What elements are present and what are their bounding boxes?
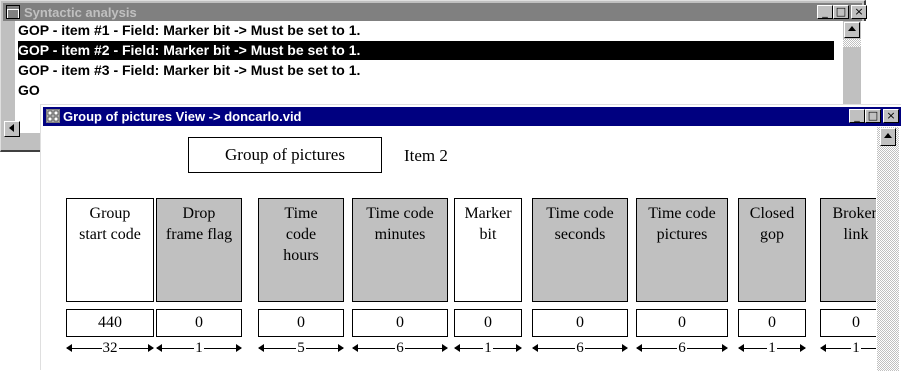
bits-marker-bit: 1 xyxy=(454,337,522,359)
close-icon: × xyxy=(886,109,896,122)
value-marker-bit: 0 xyxy=(454,309,522,337)
grid-window-icon[interactable] xyxy=(46,109,60,123)
vertical-scrollbar[interactable] xyxy=(877,127,899,371)
value-time-code-hours: 0 xyxy=(258,309,344,337)
field-time-code-hours: Time code hours xyxy=(258,198,344,302)
bit-count: 1 xyxy=(851,340,861,356)
minimize-icon: _ xyxy=(854,109,860,122)
bits-time-code-seconds: 6 xyxy=(532,337,628,359)
field-broken-link: Broken link xyxy=(820,198,876,302)
group-of-pictures-window: Group of pictures View -> doncarlo.vid _… xyxy=(40,104,901,371)
maximize-icon: □ xyxy=(835,5,847,18)
bits-closed-gop: 1 xyxy=(738,337,806,359)
bits-time-code-pictures: 6 xyxy=(636,337,728,359)
field-marker-bit: Marker bit xyxy=(454,198,522,302)
value-time-code-seconds: 0 xyxy=(532,309,628,337)
maximize-button[interactable]: □ xyxy=(865,109,881,123)
bit-count: 1 xyxy=(483,340,493,356)
bit-count: 1 xyxy=(194,340,204,356)
bit-count: 6 xyxy=(395,340,405,356)
maximize-icon: □ xyxy=(867,109,879,122)
scroll-left-button[interactable] xyxy=(4,121,20,137)
bits-time-code-minutes: 6 xyxy=(352,337,448,359)
close-icon: × xyxy=(854,5,864,18)
syntactic-analysis-titlebar[interactable]: Syntactic analysis _ □ × xyxy=(3,3,867,21)
field-time-code-minutes: Time code minutes xyxy=(352,198,448,302)
close-button[interactable]: × xyxy=(851,5,867,19)
minimize-icon: _ xyxy=(822,5,828,18)
window-title: Syntactic analysis xyxy=(24,5,137,20)
maximize-button[interactable]: □ xyxy=(833,5,849,19)
minimize-button[interactable]: _ xyxy=(817,5,833,19)
scroll-track[interactable] xyxy=(843,39,861,47)
bits-broken-link: 1 xyxy=(820,337,876,359)
close-button[interactable]: × xyxy=(883,109,899,123)
scroll-up-button[interactable] xyxy=(880,128,896,146)
bits-drop-frame-flag: 1 xyxy=(156,337,242,359)
list-item-selected[interactable]: GOP - item #2 - Field: Marker bit -> Mus… xyxy=(18,41,834,60)
bits-time-code-hours: 5 xyxy=(258,337,344,359)
value-time-code-pictures: 0 xyxy=(636,309,728,337)
list-item[interactable]: GOP - item #1 - Field: Marker bit -> Mus… xyxy=(18,21,834,40)
group-of-pictures-titlebar[interactable]: Group of pictures View -> doncarlo.vid _… xyxy=(43,107,901,126)
field-drop-frame-flag: Drop frame flag xyxy=(156,198,242,302)
value-time-code-minutes: 0 xyxy=(352,309,448,337)
bit-count: 6 xyxy=(575,340,585,356)
window-title: Group of pictures View -> doncarlo.vid xyxy=(63,109,302,124)
bit-count: 32 xyxy=(101,340,119,356)
bits-group-start-code: 32 xyxy=(66,337,154,359)
value-group-start-code: 440 xyxy=(66,309,154,337)
item-label: Item 2 xyxy=(404,146,448,165)
value-broken-link: 0 xyxy=(820,309,876,337)
scroll-left-arrow-icon xyxy=(9,124,14,132)
field-time-code-pictures: Time code pictures xyxy=(636,198,728,302)
minimize-button[interactable]: _ xyxy=(849,109,865,123)
gop-view-content: Group of pictures Item 2 Group start cod… xyxy=(42,127,876,371)
list-item[interactable]: GOP - item #3 - Field: Marker bit -> Mus… xyxy=(18,61,834,80)
value-drop-frame-flag: 0 xyxy=(156,309,242,337)
value-closed-gop: 0 xyxy=(738,309,806,337)
scroll-up-button[interactable] xyxy=(844,22,860,38)
scroll-up-arrow-icon xyxy=(848,26,856,31)
field-group-start-code: Group start code xyxy=(66,198,154,302)
field-time-code-seconds: Time code seconds xyxy=(532,198,628,302)
scroll-up-arrow-icon xyxy=(884,133,892,138)
field-closed-gop: Closed gop xyxy=(738,198,806,302)
bit-count: 1 xyxy=(767,340,777,356)
list-window-icon[interactable] xyxy=(6,5,20,19)
bit-count: 6 xyxy=(677,340,687,356)
bit-count: 5 xyxy=(296,340,306,356)
group-of-pictures-header: Group of pictures xyxy=(188,137,382,173)
list-item[interactable]: GO xyxy=(18,81,834,100)
